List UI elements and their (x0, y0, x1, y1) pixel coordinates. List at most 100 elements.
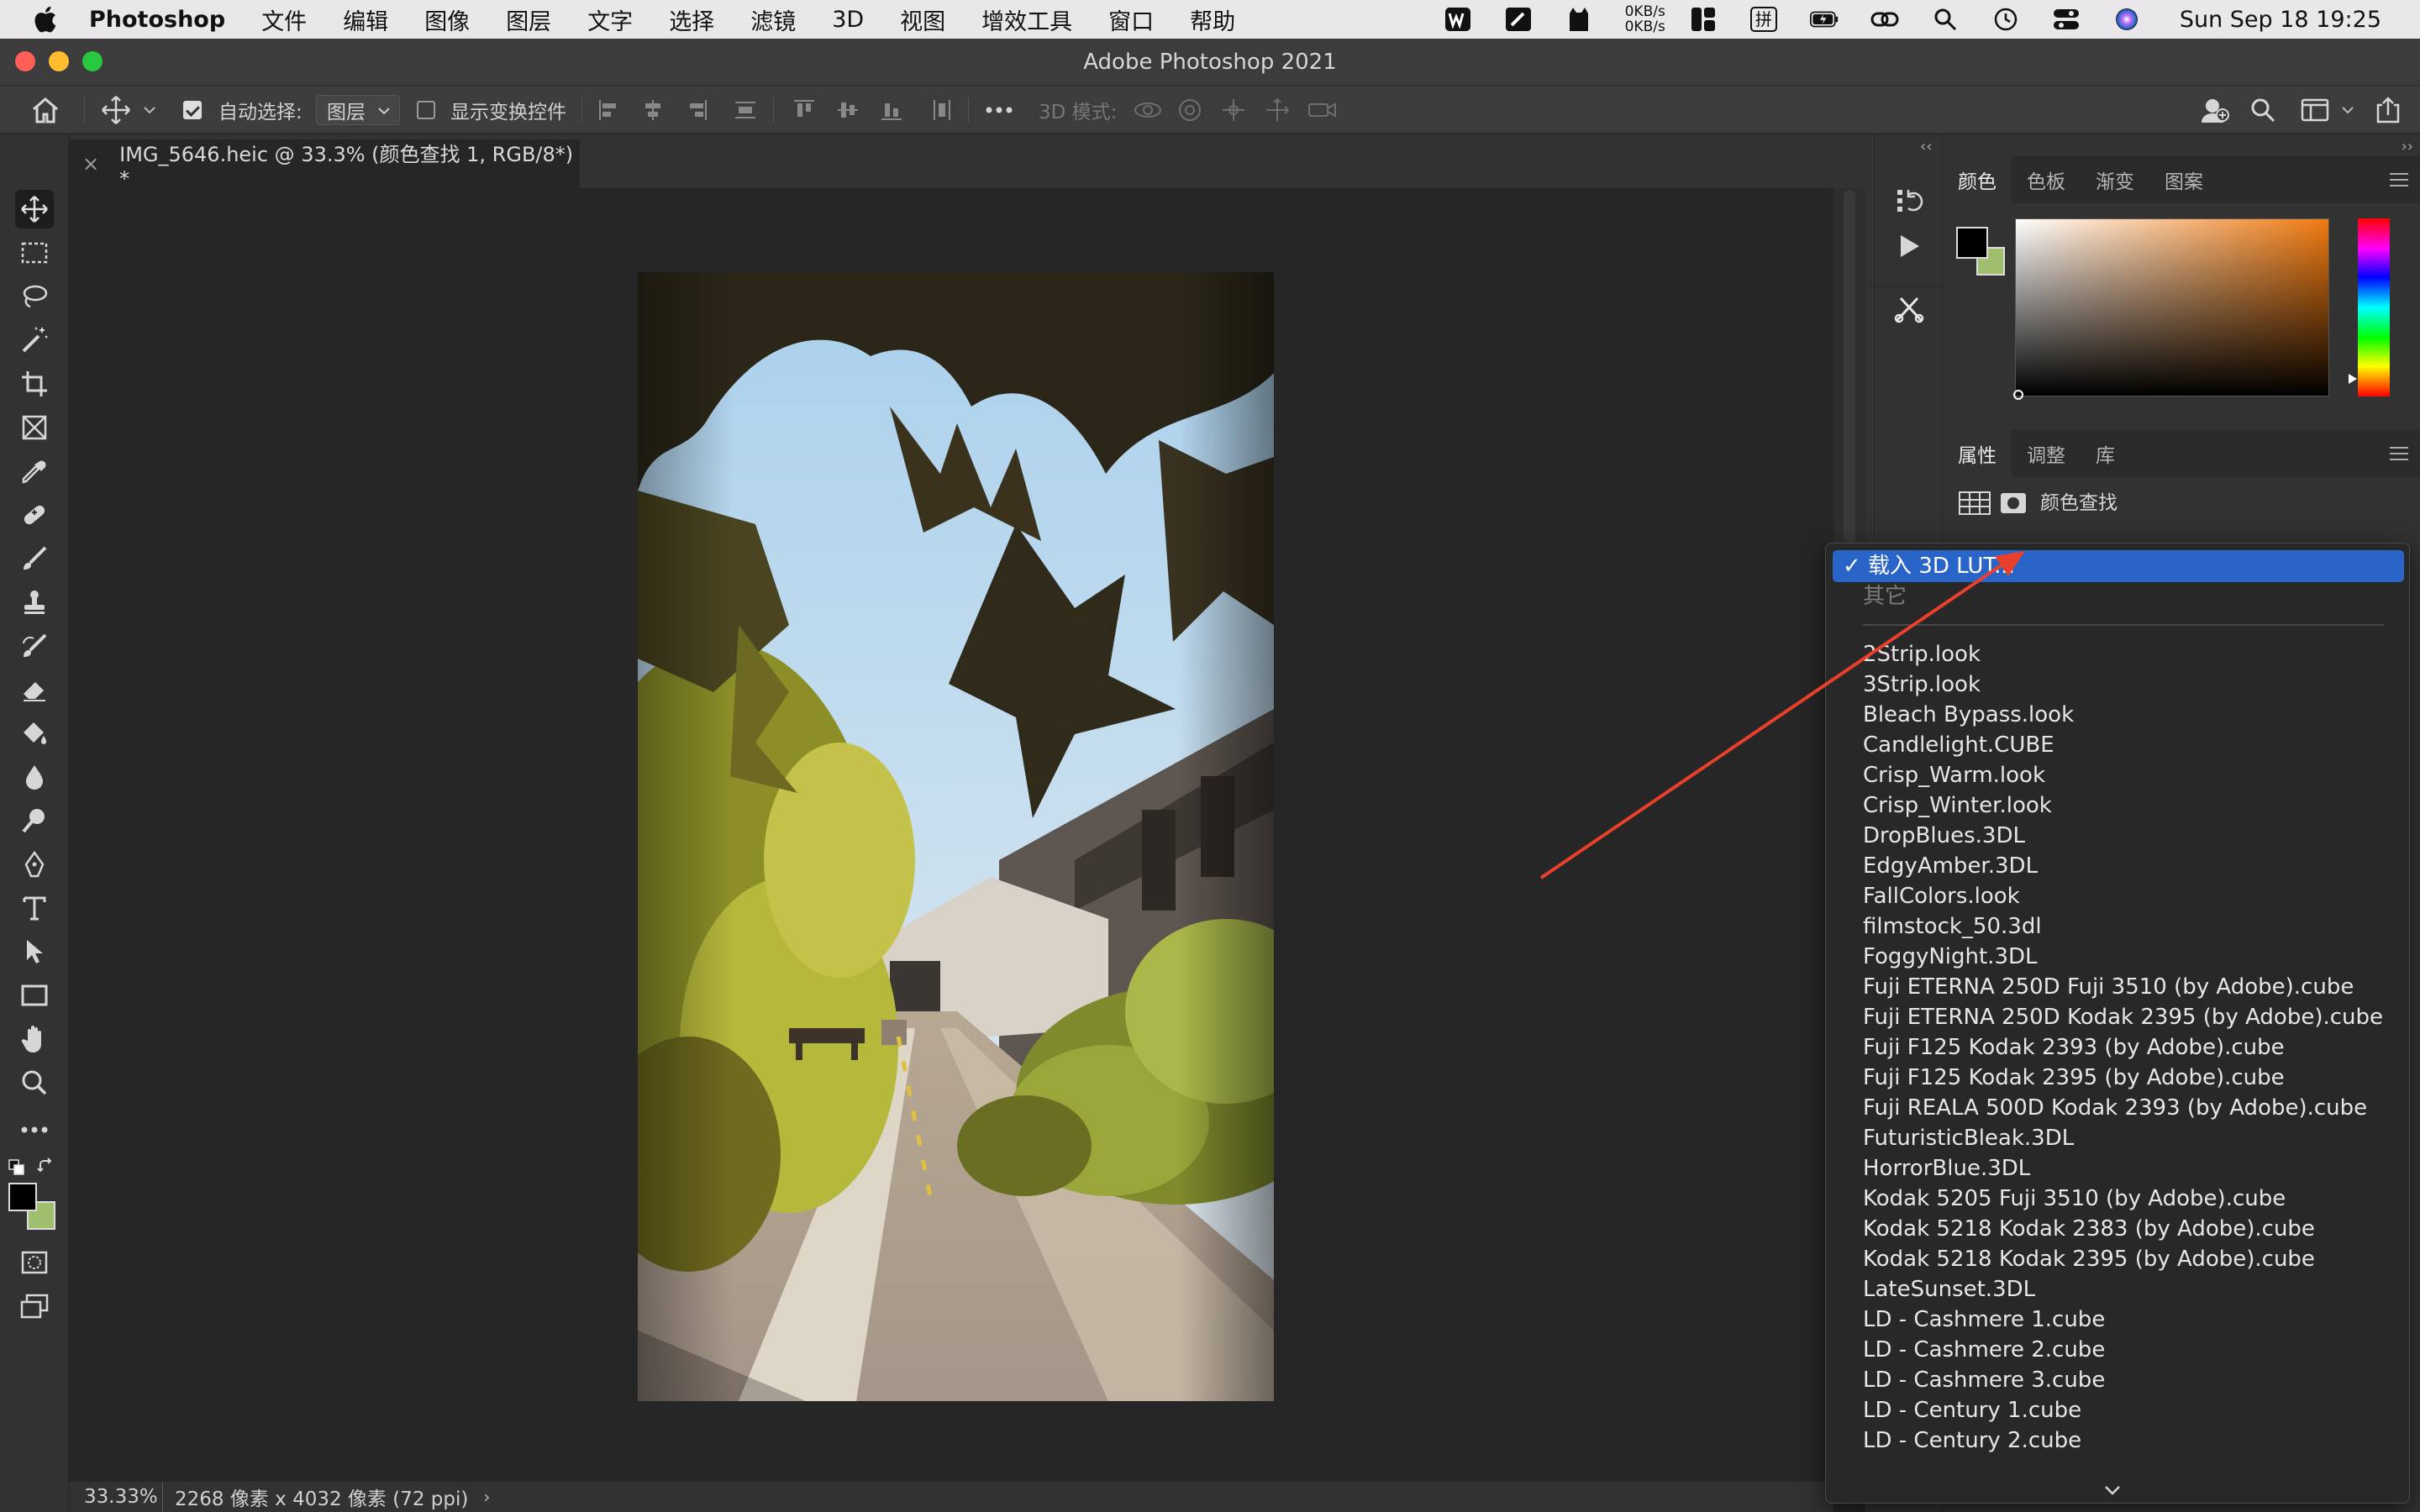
default-colors-icon[interactable] (8, 1159, 25, 1176)
menu-plugins[interactable]: 增效工具 (981, 3, 1072, 36)
menu-edit[interactable]: 编辑 (343, 3, 388, 36)
menu-window[interactable]: 窗口 (1108, 3, 1154, 36)
chevron-down-icon[interactable] (143, 86, 156, 134)
document-tab[interactable]: × IMG_5646.heic @ 33.3% (颜色查找 1, RGB/8*)… (67, 139, 580, 191)
move-tool-preset-icon[interactable] (99, 86, 133, 134)
paint-bucket-icon[interactable] (15, 714, 54, 753)
time-machine-icon[interactable] (1991, 7, 2020, 32)
history-brush-icon[interactable] (15, 627, 54, 665)
menu-view[interactable]: 视图 (900, 3, 945, 36)
history-panel-icon[interactable] (1890, 181, 1928, 220)
lut-menu-item[interactable]: Kodak 5218 Kodak 2395 (by Adobe).cube (1863, 1244, 2383, 1274)
align-bottom-icon[interactable] (879, 86, 904, 134)
lut-menu-item[interactable]: Crisp_Winter.look (1863, 790, 2383, 821)
align-left-icon[interactable] (597, 86, 622, 134)
pen-tool-icon[interactable] (15, 845, 54, 884)
document-image[interactable] (638, 272, 1274, 1401)
lut-menu-item[interactable]: Fuji ETERNA 250D Fuji 3510 (by Adobe).cu… (1863, 972, 2383, 1002)
lut-menu-item[interactable]: FuturisticBleak.3DL (1863, 1123, 2383, 1153)
lut-menu-item[interactable]: FoggyNight.3DL (1863, 942, 2383, 972)
menu-3d[interactable]: 3D (832, 7, 864, 33)
healing-brush-icon[interactable] (15, 496, 54, 534)
menu-type[interactable]: 文字 (587, 3, 633, 36)
lut-selected-item[interactable]: ✓ 载入 3D LUT... (1843, 550, 2015, 582)
lut-menu-item[interactable]: Fuji ETERNA 250D Kodak 2395 (by Adobe).c… (1863, 1002, 2383, 1032)
menu-filter[interactable]: 滤镜 (750, 3, 796, 36)
tab-patterns[interactable]: 图案 (2149, 156, 2218, 203)
lut-menu-item[interactable]: FallColors.look (1863, 881, 2383, 911)
distribute-icon[interactable] (733, 86, 758, 134)
scroll-down-chevron-icon[interactable] (2103, 1484, 2122, 1496)
close-document-icon[interactable]: × (82, 152, 99, 176)
rectangle-tool-icon[interactable] (15, 976, 54, 1015)
3d-pan-icon[interactable] (1220, 86, 1247, 134)
hand-tool-icon[interactable] (15, 1020, 54, 1058)
workspace-icon[interactable] (2301, 86, 2329, 134)
show-transform-check-box[interactable] (417, 101, 435, 119)
zoom-tool-icon[interactable] (15, 1063, 54, 1102)
layer-select-dropdown[interactable]: 图层 (316, 95, 400, 125)
more-options-icon[interactable] (985, 86, 1013, 134)
lut-menu-item[interactable]: DropBlues.3DL (1863, 821, 2383, 851)
align-top-icon[interactable] (792, 86, 817, 134)
show-transform-checkbox[interactable] (417, 86, 435, 134)
tab-properties[interactable]: 属性 (1943, 430, 2012, 477)
home-icon[interactable] (30, 86, 60, 134)
edit-app-icon[interactable] (1504, 7, 1533, 32)
color-panel-foreground-swatch[interactable] (1956, 227, 1988, 259)
align-vertical-center-icon[interactable] (835, 86, 860, 134)
auto-select-checkbox[interactable] (183, 86, 202, 134)
panel-menu-icon[interactable] (2390, 173, 2408, 186)
tab-libraries[interactable]: 库 (2081, 430, 2130, 477)
tab-adjustments[interactable]: 调整 (2012, 430, 2081, 477)
user-share-icon[interactable] (2200, 86, 2230, 134)
lut-menu-item[interactable]: Bleach Bypass.look (1863, 700, 2383, 730)
adjustment-layer-icon[interactable] (1958, 491, 1991, 516)
canvas-area[interactable] (69, 188, 1833, 1482)
chevron-right-icon[interactable]: › (468, 1487, 490, 1507)
lut-menu-item[interactable]: Crisp_Warm.look (1863, 760, 2383, 790)
brush-icon[interactable] (15, 539, 54, 578)
control-center-icon[interactable] (2052, 7, 2081, 32)
hue-slider-handle-icon[interactable] (2348, 373, 2358, 385)
tab-gradients[interactable]: 渐变 (2081, 156, 2149, 203)
edit-toolbar-icon[interactable] (15, 1110, 54, 1149)
input-method-icon[interactable]: 拼 (1749, 7, 1778, 32)
3d-orbit-icon[interactable] (1133, 86, 1163, 134)
swap-colors-icon[interactable] (37, 1158, 55, 1176)
3d-roll-icon[interactable] (1176, 86, 1203, 134)
search-icon[interactable] (1931, 7, 1960, 32)
share-icon[interactable] (2375, 86, 2402, 134)
clone-stamp-icon[interactable] (15, 583, 54, 622)
apple-logo-icon[interactable] (32, 3, 60, 36)
dodge-tool-icon[interactable] (15, 801, 54, 840)
battery-icon[interactable] (1809, 7, 1839, 32)
type-tool-icon[interactable] (15, 889, 54, 927)
zoom-level[interactable]: 33.33% (69, 1482, 163, 1512)
layout-icon[interactable] (1689, 7, 1718, 32)
distribute-vertical-icon[interactable] (929, 86, 955, 134)
quick-mask-icon[interactable] (15, 1243, 54, 1282)
lut-menu-item[interactable]: LD - Cashmere 3.cube (1863, 1365, 2383, 1395)
tool-presets-icon[interactable] (1890, 289, 1928, 328)
tab-swatches[interactable]: 色板 (2012, 156, 2081, 203)
cat-icon[interactable] (1565, 7, 1593, 32)
lut-menu-item[interactable]: 2Strip.look (1863, 639, 2383, 669)
lut-menu-item[interactable]: LD - Cashmere 1.cube (1863, 1305, 2383, 1335)
screen-mode-icon[interactable] (15, 1287, 54, 1326)
lut-menu-item[interactable]: Kodak 5218 Kodak 2383 (by Adobe).cube (1863, 1214, 2383, 1244)
path-selection-icon[interactable] (15, 932, 54, 971)
lut-dropdown-menu[interactable]: ✓ 载入 3D LUT... 其它 2Strip.look 3Strip.look… (1825, 543, 2410, 1504)
3d-camera-icon[interactable] (1307, 86, 1338, 134)
layer-mask-icon[interactable] (2000, 492, 2027, 514)
menu-help[interactable]: 帮助 (1190, 3, 1235, 36)
rectangular-marquee-icon[interactable] (15, 234, 54, 272)
lut-menu-item[interactable]: LD - Century 2.cube (1863, 1425, 2383, 1456)
wps-icon[interactable] (1444, 7, 1472, 32)
crop-icon[interactable] (15, 365, 54, 403)
move-tool-icon[interactable] (15, 190, 54, 228)
auto-select-check-box[interactable] (183, 101, 202, 119)
link-icon[interactable] (1870, 7, 1899, 32)
3d-slide-icon[interactable] (1264, 86, 1291, 134)
panel-menu-icon[interactable] (2390, 447, 2408, 460)
